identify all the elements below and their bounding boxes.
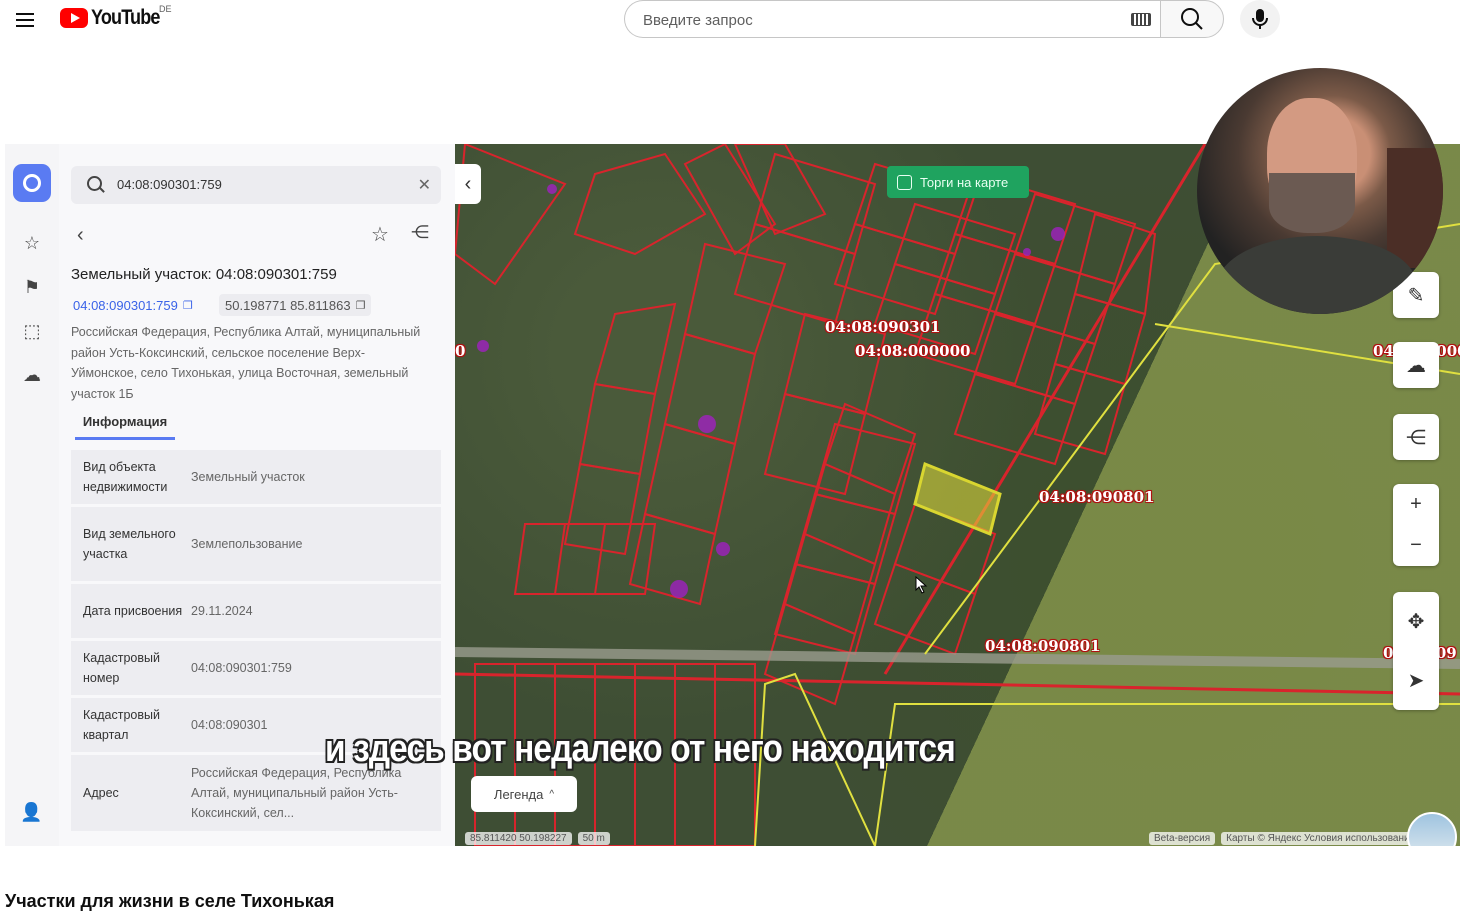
favorite-star-icon: ☆ — [371, 224, 389, 246]
copy-icon: ❐ — [355, 299, 366, 312]
info-key: Адрес — [83, 786, 119, 800]
hamburger-icon-line — [16, 25, 34, 27]
locate-icon: ➤ — [1407, 670, 1425, 692]
info-key: Кадастровый квартал — [83, 708, 160, 742]
video-player[interactable]: ☆ ⚑ ⬚ ☁ 👤 04:08:090301:759 ✕ ‹ ☆ ⋲ Земел… — [5, 42, 1460, 846]
microphone-icon — [1252, 9, 1268, 29]
select-area-icon: ⬚ — [23, 320, 41, 341]
map-attribution-bar: Beta-версия Карты © Яндекс Условия испол… — [1148, 832, 1420, 845]
youtube-logo[interactable]: YouTube — [60, 6, 171, 30]
info-row: Вид объекта недвижимости Земельный участ… — [71, 450, 441, 504]
torgi-on-map-toggle: Торги на карте — [887, 166, 1029, 198]
search-button[interactable] — [1160, 0, 1224, 38]
info-key: Вид земельного участка — [83, 527, 176, 561]
cursor-coordinates: 85.811420 50.198227 — [465, 832, 572, 845]
info-value: 29.11.2024 — [191, 604, 253, 618]
video-title: Участки для жизни в селе Тихонькая — [5, 891, 335, 911]
keyboard-icon[interactable] — [1131, 13, 1151, 26]
info-value: Землепользование — [191, 537, 303, 551]
cadastral-number-chip: 04:08:090301:759 ❐ — [67, 294, 199, 316]
map-cadastral-label: 0 — [455, 342, 466, 360]
cloud-icon: ☁ — [23, 364, 41, 385]
video-subtitle: и здесь вот недалеко от него находится — [325, 728, 956, 770]
parcel-info-table: Вид объекта недвижимости Земельный участ… — [71, 450, 441, 834]
move-icon: ✥ — [1407, 611, 1425, 633]
info-key: Вид объекта недвижимости — [83, 460, 168, 494]
parcel-address: Российская Федерация, Республика Алтай, … — [71, 325, 421, 401]
cadastral-number-link: 04:08:090301:759 — [73, 297, 178, 313]
info-row: Вид земельного участка Землепользование — [71, 507, 441, 581]
info-key: Дата присвоения — [83, 604, 183, 618]
search-bar — [624, 0, 1224, 38]
search-input[interactable] — [641, 9, 1115, 31]
coordinates-text: 50.198771 85.811863 — [225, 297, 351, 313]
map-cadastral-label: 04:08:090801 — [985, 637, 1101, 655]
panel-search-field: 04:08:090301:759 ✕ — [71, 166, 441, 204]
mouse-cursor-icon — [915, 576, 928, 594]
parcel-title: Земельный участок: 04:08:090301:759 — [71, 266, 337, 283]
chevron-left-icon: ‹ — [464, 172, 472, 195]
panel-search-query: 04:08:090301:759 — [117, 177, 222, 192]
app-left-nav: ☆ ⚑ ⬚ ☁ 👤 — [5, 144, 60, 846]
youtube-play-icon — [60, 8, 88, 28]
map-cadastral-label: 04:08:090301 — [825, 318, 941, 336]
info-value: Российская Федерация, Республика Алтай, … — [191, 766, 402, 820]
legend-button: Легенда ^ — [471, 776, 577, 812]
zoom-in-icon: + — [1410, 493, 1422, 515]
hamburger-icon-line — [16, 19, 34, 21]
voice-search-button[interactable] — [1240, 0, 1280, 38]
menu-button[interactable] — [10, 4, 40, 32]
cloud-upload-icon: ☁ — [1406, 354, 1426, 377]
zoom-controls: + − — [1393, 484, 1439, 566]
person-beard-shape — [1269, 173, 1355, 233]
coordinates-chip: 50.198771 85.811863 ❐ — [219, 294, 372, 316]
app-logo-icon — [13, 164, 51, 202]
map-bottom-bar: 85.811420 50.198227 50 m — [465, 832, 610, 845]
map-cadastral-label: 04:08:000000 — [855, 342, 971, 360]
webcam-overlay — [1197, 68, 1443, 314]
info-row: Дата присвоения 29.11.2024 — [71, 584, 441, 638]
legend-label: Легенда — [493, 786, 544, 802]
upload-tool-button: ☁ — [1393, 342, 1439, 388]
chevron-up-icon: ^ — [549, 788, 555, 800]
share-icon: ⋲ — [1406, 426, 1426, 449]
copy-icon: ❐ — [182, 299, 193, 312]
country-code: DE — [159, 4, 172, 14]
youtube-wordmark: YouTube — [91, 6, 160, 29]
search-icon — [87, 176, 102, 191]
torgi-label: Торги на карте — [920, 174, 1009, 190]
info-row: Кадастровый номер 04:08:090301:759 — [71, 641, 441, 695]
collapse-panel-button: ‹ — [455, 164, 481, 204]
info-key: Кадастровый номер — [83, 651, 160, 685]
share-icon: ⋲ — [411, 222, 429, 242]
map-cadastral-label: 04:08:090801 — [1039, 488, 1155, 506]
info-value: Земельный участок — [191, 470, 305, 484]
zoom-out-icon: − — [1410, 534, 1422, 556]
search-box — [624, 0, 1161, 38]
tab-information: Информация — [75, 414, 175, 440]
checkbox-icon — [897, 174, 912, 190]
hamburger-icon-line — [16, 13, 34, 15]
share-tool-button: ⋲ — [1393, 414, 1439, 460]
chair-shape — [1387, 148, 1443, 268]
selected-parcel — [913, 461, 1002, 537]
clear-icon: ✕ — [417, 177, 431, 194]
back-arrow-icon: ‹ — [77, 224, 84, 246]
navigation-controls: ✥ ➤ — [1393, 592, 1439, 710]
info-value: 04:08:090301:759 — [191, 661, 292, 675]
user-icon: 👤 — [20, 802, 43, 822]
beta-badge: Beta-версия — [1148, 832, 1216, 845]
youtube-header: YouTube DE — [0, 0, 1466, 40]
search-icon — [1181, 8, 1203, 30]
favorites-star-icon: ☆ — [23, 232, 41, 253]
flag-icon: ⚑ — [23, 276, 41, 297]
scale-bar: 50 m — [577, 832, 610, 845]
attribution-text: Карты © Яндекс Условия использования — [1221, 832, 1420, 845]
